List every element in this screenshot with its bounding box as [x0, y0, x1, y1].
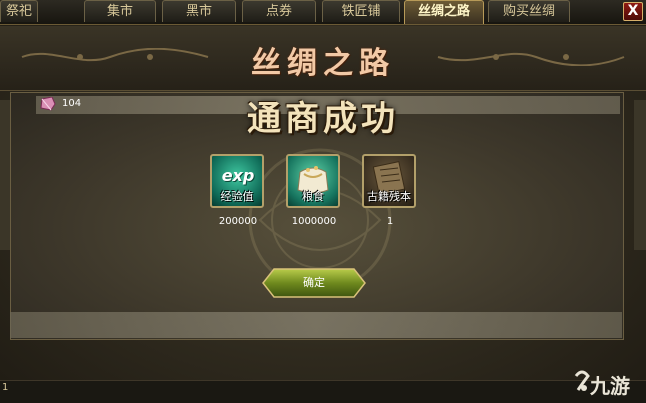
side-shade-right — [634, 100, 646, 250]
tab-market[interactable]: 集市 — [84, 0, 156, 22]
tab-coupons[interactable]: 点券 — [242, 0, 316, 22]
resource-count: 104 — [62, 98, 82, 109]
reward-value: 1 — [386, 216, 394, 227]
status-text: 1 — [2, 382, 9, 393]
tab-silk-road[interactable]: 丝绸之路 — [404, 0, 484, 24]
tab-black-market[interactable]: 黑市 — [162, 0, 236, 22]
scroll-ornament-left — [21, 48, 209, 62]
confirm-button[interactable]: 确定 — [262, 268, 366, 298]
reward-label: 古籍残本 — [367, 190, 411, 203]
ancient-book-icon: 古籍残本 — [362, 154, 416, 208]
reward-value: 1000000 — [291, 216, 337, 227]
gem-icon — [40, 97, 56, 111]
watermark-logo-text: 九游 — [590, 374, 630, 398]
bottom-strip — [10, 312, 622, 338]
reward-ancient-book[interactable]: 古籍残本 1 — [362, 154, 418, 227]
tab-buy-silk[interactable]: 购买丝绸 — [488, 0, 570, 22]
reward-label: 经验值 — [220, 190, 254, 203]
panel-title: 丝绸之路 — [251, 46, 395, 81]
close-button[interactable]: X — [623, 2, 643, 21]
tab-sacrifice[interactable]: 祭祀 — [0, 0, 38, 22]
reward-exp[interactable]: exp 经验值 200000 — [210, 154, 266, 227]
trade-success-title: 通商成功 — [247, 99, 399, 139]
exp-icon: exp 经验值 — [210, 154, 264, 208]
game-window: 祭祀 集市 黑市 点券 铁匠铺 丝绸之路 购买丝绸 X 丝绸之路 104 通商成… — [0, 0, 646, 403]
tab-bar: 祭祀 集市 黑市 点券 铁匠铺 丝绸之路 购买丝绸 X — [0, 0, 646, 25]
reward-label: 粮食 — [302, 190, 324, 203]
scroll-ornament-right — [437, 52, 625, 66]
status-bar — [0, 380, 646, 403]
grain-icon: 粮食 — [286, 154, 340, 208]
reward-grain[interactable]: 粮食 1000000 — [286, 154, 342, 227]
tab-blacksmith[interactable]: 铁匠铺 — [322, 0, 400, 22]
exp-badge: exp — [221, 166, 255, 185]
reward-value: 200000 — [218, 216, 258, 227]
